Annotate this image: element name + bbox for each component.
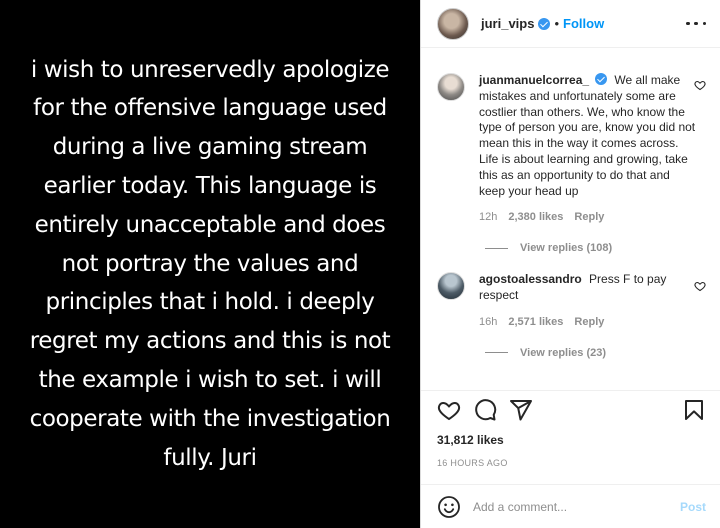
verified-icon xyxy=(538,17,551,30)
view-replies-button[interactable]: View replies (108) xyxy=(485,242,720,254)
post-image: i wish to unreservedly apologize for the… xyxy=(0,0,420,528)
comment-meta: 12h 2,380 likes Reply xyxy=(479,210,699,226)
comment-time[interactable]: 12h xyxy=(479,210,497,226)
comment-input[interactable] xyxy=(473,499,680,514)
view-replies-line xyxy=(485,247,508,249)
reply-button[interactable]: Reply xyxy=(574,210,604,226)
commenter-avatar[interactable] xyxy=(437,73,465,101)
author-avatar[interactable] xyxy=(437,7,469,40)
verified-icon xyxy=(595,73,608,85)
post-statement-text: i wish to unreservedly apologize for the… xyxy=(29,56,391,471)
share-icon[interactable] xyxy=(509,398,533,422)
comment-heart-icon[interactable] xyxy=(694,79,706,91)
post-side-panel: juri_vips • Follow juanmanuelcorrea_ We … xyxy=(420,0,720,528)
comment-item: agostoalessandro Press F to pay respect … xyxy=(421,259,720,330)
post-likes-count[interactable]: 31,812 likes xyxy=(437,433,504,447)
comment-item: juanmanuelcorrea_ We all make mistakes a… xyxy=(421,60,720,226)
comment-icon[interactable] xyxy=(473,398,497,422)
author-username[interactable]: juri_vips xyxy=(481,16,534,31)
view-replies-label: View replies (108) xyxy=(520,242,613,255)
header-separator: • xyxy=(554,16,560,31)
more-options-icon[interactable] xyxy=(686,14,706,34)
commenter-username[interactable]: juanmanuelcorrea_ xyxy=(479,73,589,87)
post-header: juri_vips • Follow xyxy=(421,0,720,48)
add-comment-bar: Post xyxy=(421,484,720,528)
commenter-username[interactable]: agostoalessandro xyxy=(479,272,582,286)
follow-button[interactable]: Follow xyxy=(563,16,604,31)
comment-likes[interactable]: 2,571 likes xyxy=(508,315,563,331)
commenter-avatar[interactable] xyxy=(437,272,465,301)
comment-text: We all make mistakes and unfortunately s… xyxy=(479,73,696,198)
post-timestamp[interactable]: 16 HOURS AGO xyxy=(437,458,508,468)
comment-time[interactable]: 16h xyxy=(479,315,497,331)
comment-meta: 16h 2,571 likes Reply xyxy=(479,315,699,331)
view-replies-button[interactable]: View replies (23) xyxy=(485,347,720,359)
heart-icon[interactable] xyxy=(437,398,461,422)
reply-button[interactable]: Reply xyxy=(574,315,604,331)
view-replies-line xyxy=(485,352,508,354)
comment-heart-icon[interactable] xyxy=(694,280,706,292)
post-comment-button[interactable]: Post xyxy=(680,500,706,514)
post-actions-bar xyxy=(421,390,720,428)
comment-likes[interactable]: 2,380 likes xyxy=(508,210,563,226)
emoji-icon[interactable] xyxy=(437,495,461,519)
save-icon[interactable] xyxy=(682,398,706,422)
comments-list[interactable]: juanmanuelcorrea_ We all make mistakes a… xyxy=(421,60,720,382)
view-replies-label: View replies (23) xyxy=(520,346,607,359)
